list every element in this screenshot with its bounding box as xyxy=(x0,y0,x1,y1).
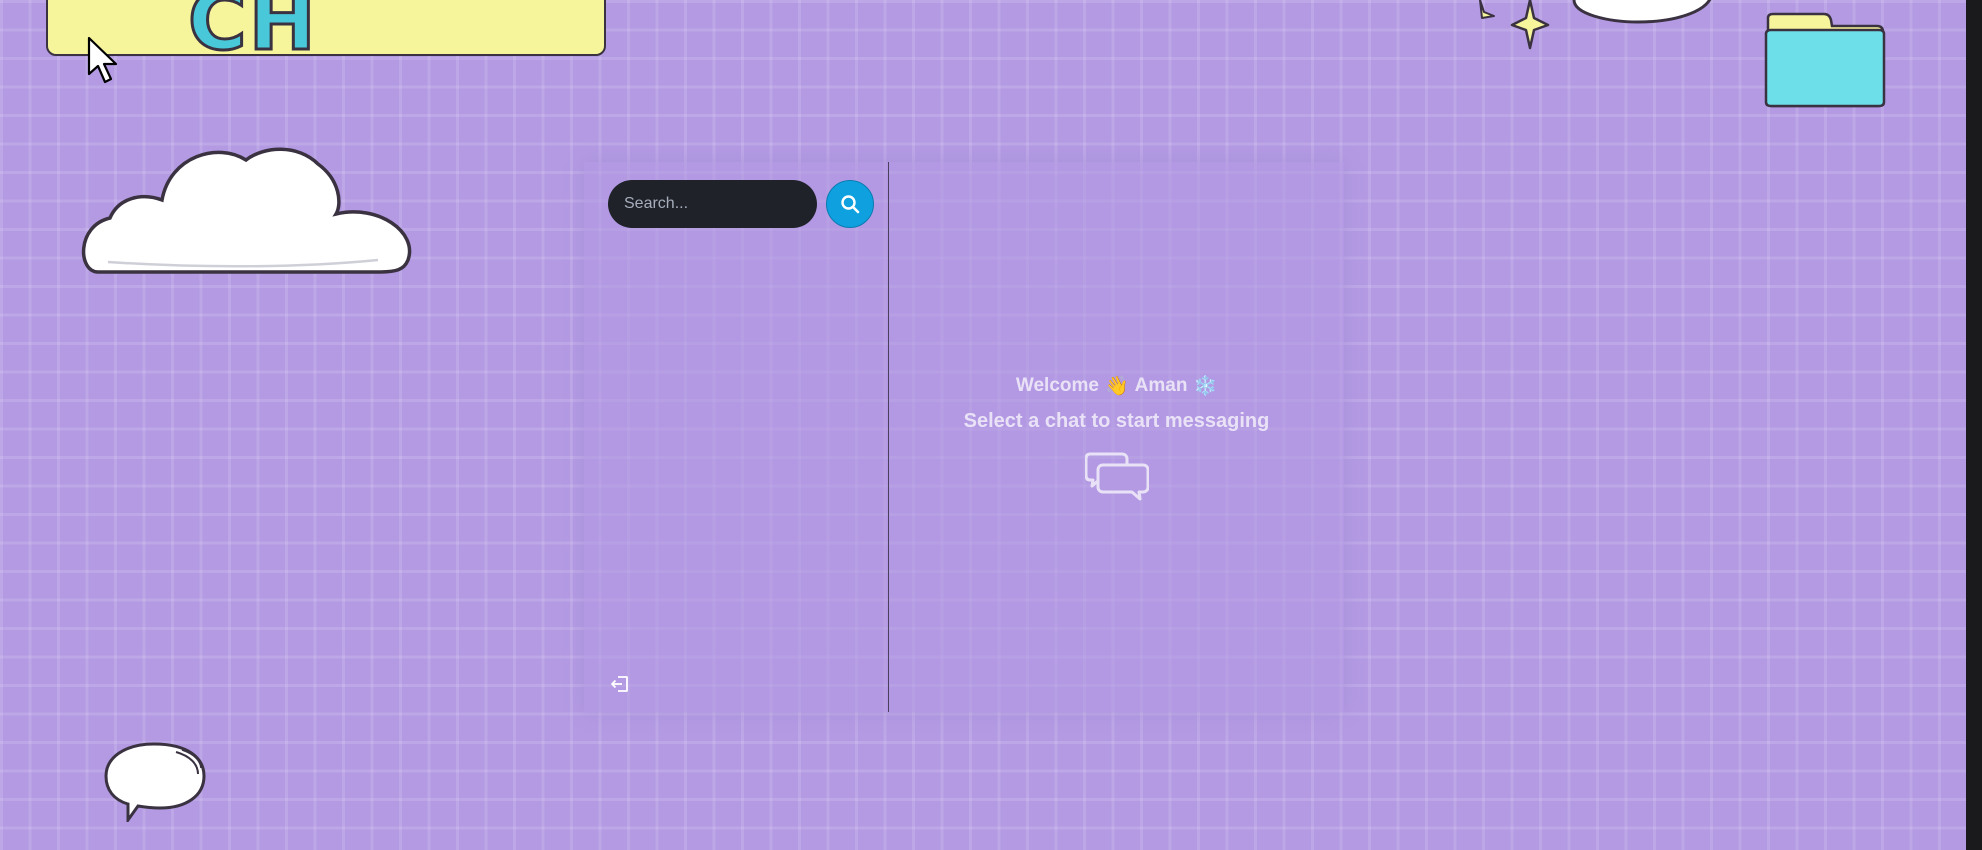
search-form xyxy=(608,180,874,228)
chat-bubbles-icon xyxy=(1084,452,1149,500)
sign-sticker: CH xyxy=(46,0,606,56)
cloud-sticker-top xyxy=(1572,0,1712,24)
welcome-greeting: Welcome xyxy=(1015,374,1099,396)
select-chat-prompt: Select a chat to start messaging xyxy=(963,409,1270,432)
folder-sticker xyxy=(1764,12,1886,108)
wave-emoji: 👋 xyxy=(1104,375,1129,397)
search-button[interactable] xyxy=(826,180,874,228)
message-container: Welcome 👋 Aman ❄️ Select a chat to start… xyxy=(889,162,1344,712)
mouse-cursor-icon xyxy=(87,36,118,84)
window-edge xyxy=(1966,0,1982,850)
sparkle-sticker xyxy=(1479,0,1550,50)
speech-bubble-sticker xyxy=(104,742,206,822)
logout-icon xyxy=(611,676,628,692)
snowflake-emoji: ❄️ xyxy=(1193,375,1218,397)
user-name: Aman xyxy=(1134,374,1188,396)
chat-app-container: Welcome 👋 Aman ❄️ Select a chat to start… xyxy=(584,162,1344,712)
search-input[interactable] xyxy=(608,180,817,228)
sidebar xyxy=(584,162,889,712)
search-icon xyxy=(841,195,860,214)
logout-button[interactable] xyxy=(608,672,632,696)
welcome-message: Welcome 👋 Aman ❄️ xyxy=(1016,374,1217,398)
sign-text: CH xyxy=(187,0,318,56)
cloud-sticker xyxy=(81,147,412,274)
